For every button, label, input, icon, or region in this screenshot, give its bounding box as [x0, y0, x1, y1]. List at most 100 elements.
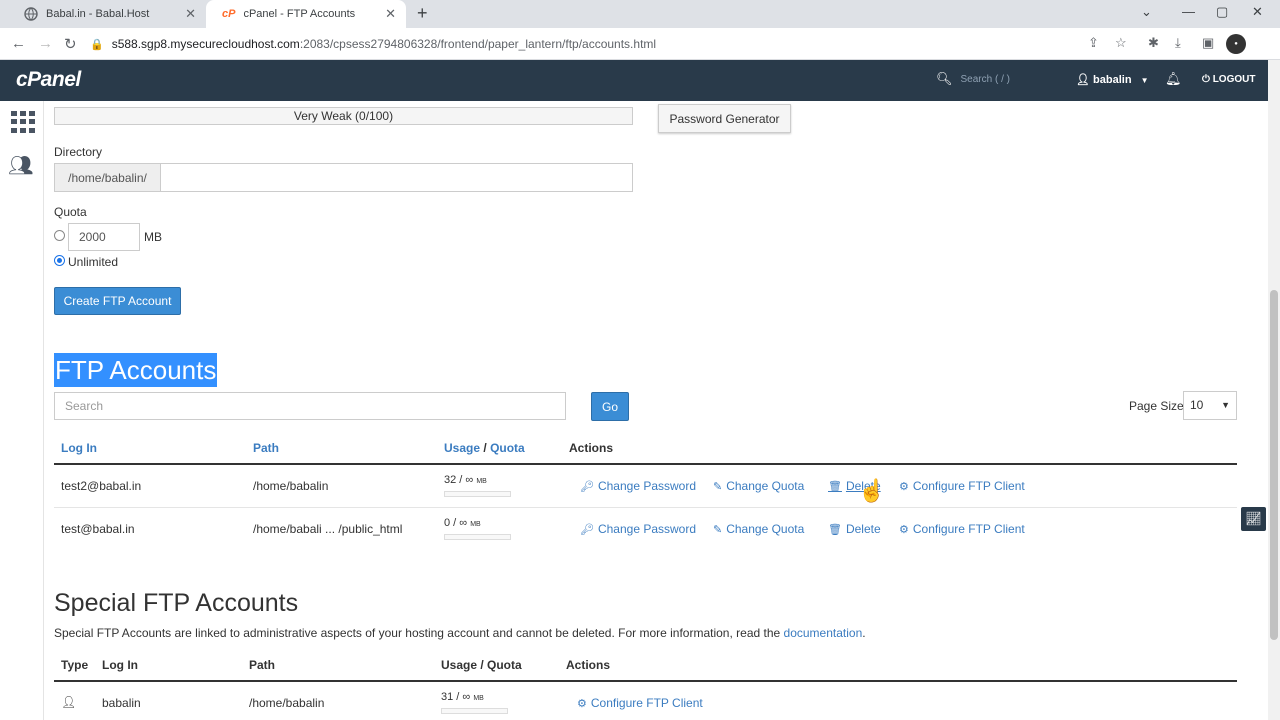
directory-label: Directory: [54, 145, 103, 159]
special-row-usage: 31 / ∞ MB: [441, 691, 484, 703]
key-icon: 🔑︎: [580, 480, 594, 493]
quota-label: Quota: [54, 205, 87, 219]
header-search[interactable]: 🔍︎ Search ( / ): [936, 71, 1010, 87]
stats-chart-icon[interactable]: 📈︎: [1241, 507, 1266, 531]
extensions-icon[interactable]: ✱: [1148, 35, 1159, 51]
row-divider: [54, 507, 1237, 508]
new-tab-button[interactable]: +: [417, 3, 428, 24]
logout-button[interactable]: ⏻ LOGOUT: [1202, 74, 1255, 85]
special-row-usage-bar: [441, 708, 508, 714]
search-icon: 🔍︎: [936, 71, 953, 86]
tab-search-chevron-icon[interactable]: ⌄: [1141, 4, 1152, 20]
download-icon[interactable]: ⤓: [1175, 35, 1181, 51]
tab-label: cPanel - FTP Accounts: [243, 8, 356, 20]
column-usage[interactable]: Usage: [444, 441, 480, 455]
bell-icon[interactable]: 🔔︎: [1165, 71, 1182, 87]
reload-icon[interactable]: ↻: [64, 35, 77, 53]
page-size-select[interactable]: 10 ▼: [1183, 391, 1237, 420]
profile-avatar[interactable]: ●: [1226, 34, 1246, 54]
row2-login: test@babal.in: [61, 522, 135, 536]
column-login[interactable]: Log In: [61, 441, 97, 455]
password-strength-meter: Very Weak (0/100): [54, 107, 633, 125]
browser-tab-babal[interactable]: Babal.in - Babal.Host ✕: [8, 0, 206, 28]
cpanel-logo[interactable]: cPanel: [16, 68, 81, 92]
lock-icon: 🔒: [90, 38, 104, 51]
user-type-icon: 👤︎: [61, 695, 77, 709]
trash-icon: 🗑︎: [828, 523, 842, 536]
special-row-path: /home/babalin: [249, 696, 325, 710]
quota-unlimited-radio[interactable]: [54, 255, 65, 266]
page-size-value: 10: [1190, 398, 1204, 412]
quota-input[interactable]: 2000: [68, 223, 140, 251]
forward-icon[interactable]: →: [38, 35, 53, 52]
share-icon[interactable]: ⇪: [1088, 35, 1099, 51]
column-quota[interactable]: Quota: [490, 441, 525, 455]
url-host: s588.sgp8.mysecurecloudhost.com: [111, 37, 300, 51]
column-separator: /: [483, 441, 487, 455]
special-column-path: Path: [249, 658, 276, 672]
url-field[interactable]: 🔒 s588.sgp8.mysecurecloudhost.com:2083/c…: [90, 31, 1140, 57]
special-header-divider: [54, 680, 1237, 682]
bookmark-star-icon[interactable]: ☆: [1115, 35, 1127, 51]
special-ftp-heading: Special FTP Accounts: [54, 589, 299, 617]
tab-close-icon[interactable]: ✕: [185, 6, 196, 22]
hand-cursor-icon: ☝: [858, 478, 886, 503]
back-icon[interactable]: ←: [11, 35, 26, 52]
page-scrollbar[interactable]: [1268, 60, 1280, 720]
address-bar: ← → ↻ 🔒 s588.sgp8.mysecurecloudhost.com:…: [0, 28, 1280, 60]
key-icon: 🔑︎: [580, 523, 594, 536]
special-column-usage: Usage / Quota: [441, 658, 522, 672]
maximize-icon[interactable]: ▢: [1216, 4, 1228, 20]
row1-login: test2@babal.in: [61, 479, 142, 493]
special-description: Special FTP Accounts are linked to admin…: [54, 626, 866, 640]
gear-icon: ⚙: [577, 697, 587, 710]
column-path[interactable]: Path: [253, 441, 279, 455]
column-usage-quota: Usage / Quota: [444, 441, 525, 455]
browser-tab-cpanel[interactable]: cP cPanel - FTP Accounts ✕: [206, 0, 406, 28]
logout-label: LOGOUT: [1212, 74, 1256, 85]
users-icon[interactable]: 👥︎: [8, 153, 33, 178]
row2-change-quota[interactable]: ✎ Change Quota: [713, 522, 804, 536]
window-close-icon[interactable]: ✕: [1252, 4, 1263, 20]
scrollbar-thumb[interactable]: [1270, 290, 1278, 640]
caret-down-icon: ▼: [1140, 76, 1149, 85]
row2-configure-ftp-client[interactable]: ⚙ Configure FTP Client: [899, 522, 1025, 536]
directory-prefix: /home/babalin/: [55, 164, 161, 191]
row2-path: /home/babali ... /public_html: [253, 522, 403, 536]
directory-input[interactable]: [161, 164, 632, 191]
password-generator-button[interactable]: Password Generator: [658, 104, 791, 133]
chevron-down-icon: ▼: [1221, 400, 1230, 410]
special-configure-ftp-client[interactable]: ⚙ Configure FTP Client: [577, 696, 703, 710]
create-ftp-account-button[interactable]: Create FTP Account: [54, 287, 181, 315]
row2-usage: 0 / ∞ MB: [444, 517, 481, 529]
documentation-link[interactable]: documentation: [784, 626, 863, 640]
table-header-divider: [54, 463, 1237, 465]
gear-icon: ⚙: [899, 480, 909, 493]
cpanel-header: cPanel 🔍︎ Search ( / ) 👤︎ babalin ▼ 🔔︎ ⏻…: [0, 60, 1268, 101]
special-column-type: Type: [61, 658, 89, 672]
quota-limited-radio[interactable]: [54, 230, 65, 241]
row2-usage-bar: [444, 534, 511, 540]
side-panel-icon[interactable]: ▣: [1202, 35, 1214, 51]
apps-grid-icon[interactable]: [11, 111, 35, 133]
unlimited-label[interactable]: Unlimited: [68, 255, 118, 269]
ftp-search-input[interactable]: Search: [54, 392, 566, 420]
page-size-label: Page Size: [1129, 399, 1184, 413]
row1-usage: 32 / ∞ MB: [444, 474, 487, 486]
special-column-login: Log In: [102, 658, 138, 672]
row1-configure-ftp-client[interactable]: ⚙ Configure FTP Client: [899, 479, 1025, 493]
row1-path: /home/babalin: [253, 479, 329, 493]
pencil-icon: ✎: [713, 523, 723, 536]
header-search-input[interactable]: Search ( / ): [961, 74, 1010, 85]
globe-icon: [24, 7, 38, 21]
tab-close-icon[interactable]: ✕: [385, 6, 396, 22]
row2-change-password[interactable]: 🔑︎ Change Password: [580, 522, 696, 536]
row2-delete[interactable]: 🗑︎ Delete: [828, 522, 881, 536]
row1-change-quota[interactable]: ✎ Change Quota: [713, 479, 804, 493]
user-menu[interactable]: 👤︎ babalin ▼: [1076, 73, 1149, 86]
minimize-icon[interactable]: —: [1182, 4, 1195, 19]
go-button[interactable]: Go: [591, 392, 629, 421]
pencil-icon: ✎: [713, 480, 723, 493]
gear-icon: ⚙: [899, 523, 909, 536]
row1-change-password[interactable]: 🔑︎ Change Password: [580, 479, 696, 493]
